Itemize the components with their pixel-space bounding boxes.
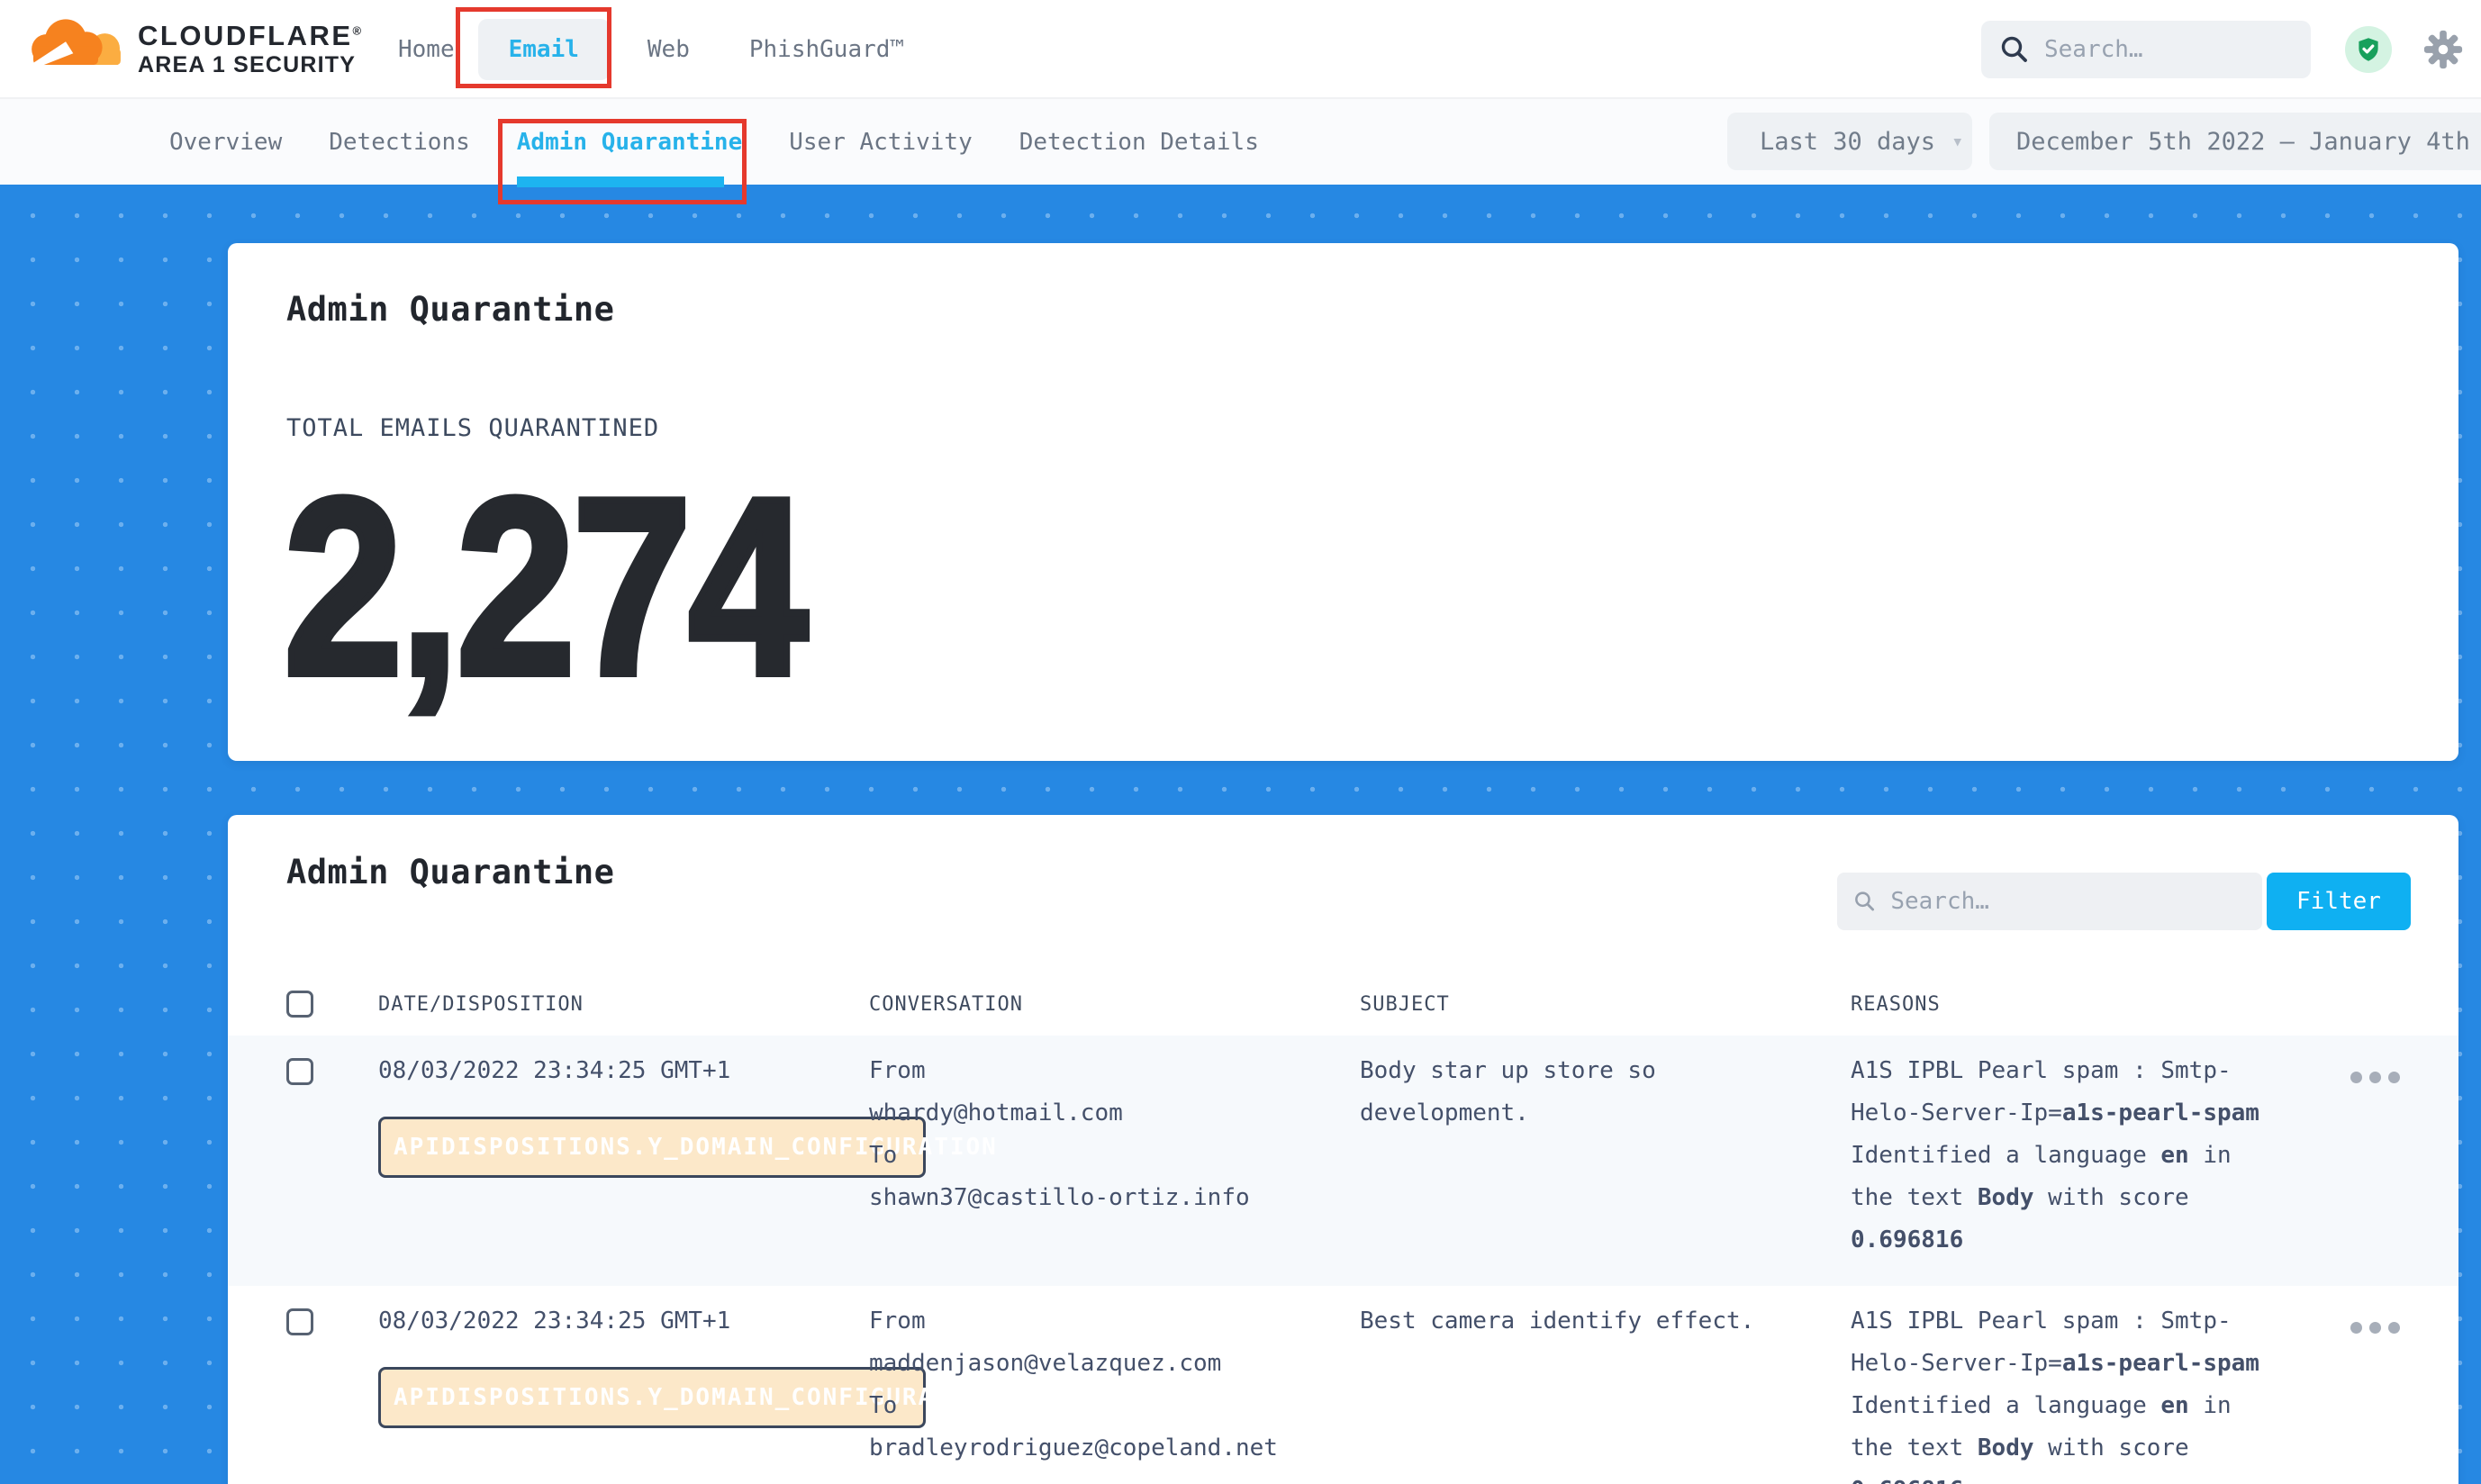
filter-button[interactable]: Filter: [2267, 873, 2411, 930]
to-address: shawn37@castillo-ortiz.info: [869, 1177, 1360, 1219]
table-search-input[interactable]: [1890, 888, 2246, 915]
table-header-row: DATE/DISPOSITION CONVERSATION SUBJECT RE…: [228, 973, 2458, 1036]
security-status-button[interactable]: [2345, 26, 2392, 73]
table-search[interactable]: [1837, 873, 2262, 930]
row-checkbox[interactable]: [286, 1308, 313, 1335]
column-header-date-disposition: DATE/DISPOSITION: [378, 993, 869, 1016]
tab-detections[interactable]: Detections: [329, 99, 470, 185]
row-more-actions-button[interactable]: [2350, 1072, 2400, 1083]
annotation-box-admin-quarantine: [498, 119, 747, 204]
date-range-display[interactable]: December 5th 2022 — January 4th 2023: [1989, 113, 2481, 170]
table-body: 08/03/2022 23:34:25 GMT+1 APIDISPOSITION…: [228, 1036, 2458, 1484]
metric-label: TOTAL EMAILS QUARANTINED: [286, 414, 659, 442]
from-label: From: [869, 1050, 1360, 1092]
caret-down-icon: ▾: [1951, 131, 1963, 153]
row-date: 08/03/2022 23:34:25 GMT+1: [378, 1300, 869, 1343]
period-label: Last 30 days: [1760, 128, 1935, 156]
row-reasons: A1S IPBL Pearl spam : Smtp-Helo-Server-I…: [1851, 1050, 2283, 1286]
to-address: bradleyrodriguez@copeland.net: [869, 1427, 1360, 1470]
column-header-subject: SUBJECT: [1360, 993, 1851, 1016]
row-conversation: From maddenjason@velazquez.com To bradle…: [869, 1300, 1360, 1484]
from-address: whardy@hotmail.com: [869, 1092, 1360, 1135]
row-reasons: A1S IPBL Pearl spam : Smtp-Helo-Server-I…: [1851, 1300, 2283, 1484]
metric-value: 2,274: [284, 461, 805, 713]
settings-button[interactable]: [2422, 29, 2464, 74]
search-icon: [1999, 34, 2030, 65]
row-conversation: From whardy@hotmail.com To shawn37@casti…: [869, 1050, 1360, 1286]
brand-subtitle: AREA 1 SECURITY: [138, 51, 361, 78]
row-subject: Body star up store so development.: [1360, 1050, 1851, 1286]
row-date: 08/03/2022 23:34:25 GMT+1: [378, 1050, 869, 1092]
table-row[interactable]: 08/03/2022 23:34:25 GMT+1 APIDISPOSITION…: [228, 1286, 2458, 1484]
summary-card-title: Admin Quarantine: [286, 290, 614, 329]
nav-item-web[interactable]: Web: [637, 36, 701, 63]
column-header-reasons: REASONS: [1851, 993, 2283, 1016]
nav-item-home[interactable]: Home: [387, 36, 466, 63]
search-icon: [1853, 889, 1876, 914]
global-search-input[interactable]: [2044, 36, 2293, 63]
period-dropdown[interactable]: Last 30 days ▾: [1727, 113, 1972, 170]
quarantine-table-card: Admin Quarantine Filter DATE/DISPOSITION…: [228, 815, 2458, 1484]
disposition-badge: APIDISPOSITIONS.Y_DOMAIN_CONFIGURATION: [378, 1367, 926, 1428]
column-header-conversation: CONVERSATION: [869, 993, 1360, 1016]
row-subject: Best camera identify effect.: [1360, 1300, 1851, 1484]
summary-card: Admin Quarantine TOTAL EMAILS QUARANTINE…: [228, 243, 2458, 761]
global-search[interactable]: [1981, 21, 2311, 78]
to-label: To: [869, 1135, 1360, 1177]
brand-name: CLOUDFLARE: [138, 20, 353, 51]
to-label: To: [869, 1385, 1360, 1427]
cloudflare-cloud-icon: [23, 9, 131, 85]
page-background: Admin Quarantine TOTAL EMAILS QUARANTINE…: [0, 185, 2481, 1484]
tab-overview[interactable]: Overview: [169, 99, 282, 185]
table-card-title: Admin Quarantine: [286, 853, 614, 891]
select-all-checkbox[interactable]: [286, 991, 313, 1018]
from-label: From: [869, 1300, 1360, 1343]
brand-text: CLOUDFLARE® AREA 1 SECURITY: [138, 15, 361, 77]
app-root: CLOUDFLARE® AREA 1 SECURITY Home Email W…: [0, 0, 2481, 1484]
tab-user-activity[interactable]: User Activity: [789, 99, 973, 185]
row-checkbox[interactable]: [286, 1058, 313, 1085]
shield-check-icon: [2355, 36, 2382, 63]
cloudflare-logo[interactable]: CLOUDFLARE® AREA 1 SECURITY: [23, 9, 361, 85]
table-row[interactable]: 08/03/2022 23:34:25 GMT+1 APIDISPOSITION…: [228, 1036, 2458, 1286]
annotation-box-email: [456, 7, 611, 88]
registered-mark: ®: [353, 23, 362, 37]
disposition-badge: APIDISPOSITIONS.Y_DOMAIN_CONFIGURATION: [378, 1117, 926, 1178]
tab-detection-details[interactable]: Detection Details: [1019, 99, 1259, 185]
top-navigation: CLOUDFLARE® AREA 1 SECURITY Home Email W…: [0, 0, 2481, 99]
nav-item-phishguard[interactable]: PhishGuard™: [738, 36, 915, 63]
email-sub-navigation: Overview Detections Admin Quarantine Use…: [0, 99, 2481, 185]
from-address: maddenjason@velazquez.com: [869, 1343, 1360, 1385]
gear-icon: [2422, 29, 2464, 70]
row-more-actions-button[interactable]: [2350, 1322, 2400, 1334]
